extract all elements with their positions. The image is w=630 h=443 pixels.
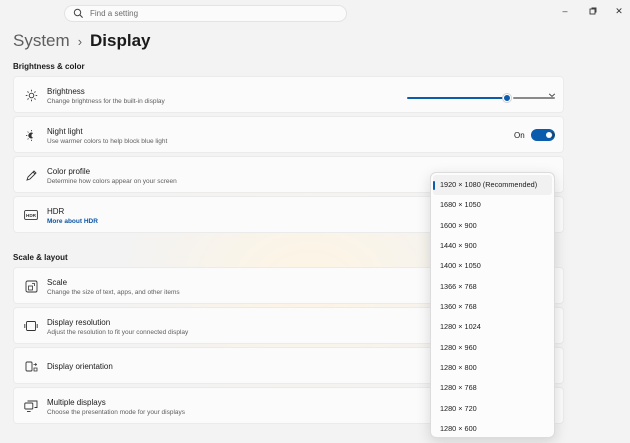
brightness-card[interactable]: Brightness Change brightness for the bui… <box>13 76 564 113</box>
slider-track-filled <box>407 97 507 99</box>
resolution-option-label: 1280 × 1024 <box>440 322 481 332</box>
resolution-option[interactable]: 1360 × 768 <box>431 297 554 317</box>
scale-title: Scale <box>47 278 68 287</box>
resolution-option[interactable]: 1600 × 900 <box>431 216 554 236</box>
hdr-icon: HDR <box>24 208 38 222</box>
orientation-icon <box>24 359 38 373</box>
display-resolution-subtitle: Adjust the resolution to fit your connec… <box>47 329 189 336</box>
display-resolution-title: Display resolution <box>47 318 111 327</box>
night-light-state: On <box>514 131 525 140</box>
resolution-option-label: 1600 × 900 <box>440 220 477 230</box>
resolution-option[interactable]: 1280 × 1024 <box>431 317 554 337</box>
brightness-slider[interactable] <box>407 94 555 102</box>
maximize-button[interactable] <box>583 4 603 18</box>
night-light-icon <box>24 128 38 142</box>
resolution-option-label: 1360 × 768 <box>440 302 477 312</box>
hdr-title: HDR <box>47 207 65 216</box>
resolution-option-label: 1280 × 960 <box>440 342 477 352</box>
scale-subtitle: Change the size of text, apps, and other… <box>47 289 180 296</box>
resolution-dropdown[interactable]: 1920 × 1080 (Recommended) 1680 × 1050 1600… <box>430 172 555 438</box>
resolution-option[interactable]: 1280 × 960 <box>431 338 554 358</box>
section-title-brightness-color: Brightness & color <box>13 62 85 71</box>
pen-icon <box>24 168 38 182</box>
color-profile-subtitle: Determine how colors appear on your scre… <box>47 178 177 185</box>
resolution-option-label: 1920 × 1080 (Recommended) <box>440 180 538 189</box>
scale-icon <box>24 279 38 293</box>
resolution-option-label: 1280 × 720 <box>440 403 477 413</box>
display-orientation-title: Display orientation <box>47 362 113 371</box>
resolution-option-label: 1280 × 800 <box>440 363 477 373</box>
chevron-down-icon[interactable] <box>547 90 557 100</box>
resolution-option-selected[interactable]: 1920 × 1080 (Recommended) <box>433 175 552 196</box>
resolution-option[interactable]: 1280 × 600 <box>431 419 554 439</box>
search-box[interactable] <box>64 5 347 22</box>
resolution-option[interactable]: 1280 × 768 <box>431 378 554 398</box>
brightness-subtitle: Change brightness for the built-in displ… <box>47 98 165 105</box>
sun-icon <box>24 88 38 102</box>
multiple-displays-icon <box>24 399 38 413</box>
night-light-card[interactable]: Night light Use warmer colors to help bl… <box>13 116 564 153</box>
section-title-scale-layout: Scale & layout <box>13 253 68 262</box>
multiple-displays-title: Multiple displays <box>47 398 106 407</box>
resolution-option[interactable]: 1440 × 900 <box>431 236 554 256</box>
close-button[interactable]: ✕ <box>609 4 629 18</box>
night-light-subtitle: Use warmer colors to help block blue lig… <box>47 138 168 145</box>
resolution-option-label: 1400 × 1050 <box>440 261 481 271</box>
resolution-option[interactable]: 1366 × 768 <box>431 277 554 297</box>
chevron-right-icon: › <box>77 33 83 49</box>
brightness-title: Brightness <box>47 87 85 96</box>
resolution-option-label: 1440 × 900 <box>440 241 477 251</box>
selection-indicator <box>433 181 435 190</box>
hdr-more-link[interactable]: More about HDR <box>47 218 98 225</box>
slider-thumb[interactable] <box>503 94 511 102</box>
resolution-option-label: 1680 × 1050 <box>440 200 481 210</box>
resolution-option[interactable]: 1680 × 1050 <box>431 195 554 215</box>
night-light-title: Night light <box>47 127 83 136</box>
search-input[interactable] <box>90 9 330 18</box>
svg-text:HDR: HDR <box>26 213 37 218</box>
resolution-option-label: 1280 × 768 <box>440 383 477 393</box>
resolution-option-label: 1366 × 768 <box>440 281 477 291</box>
breadcrumb-parent[interactable]: System <box>13 31 70 51</box>
multiple-displays-subtitle: Choose the presentation mode for your di… <box>47 409 186 416</box>
color-profile-title: Color profile <box>47 167 91 176</box>
breadcrumb: System › Display <box>13 31 151 51</box>
resolution-option[interactable]: 1280 × 800 <box>431 358 554 378</box>
resolution-option[interactable]: 1280 × 720 <box>431 399 554 419</box>
maximize-icon <box>589 7 597 15</box>
resolution-icon <box>24 319 38 333</box>
minimize-button[interactable]: – <box>555 4 575 18</box>
page-title: Display <box>90 31 151 50</box>
chevron-right-icon[interactable] <box>548 130 558 140</box>
resolution-option[interactable]: 1400 × 1050 <box>431 256 554 276</box>
search-icon <box>73 8 84 19</box>
resolution-option-label: 1280 × 600 <box>440 424 477 434</box>
